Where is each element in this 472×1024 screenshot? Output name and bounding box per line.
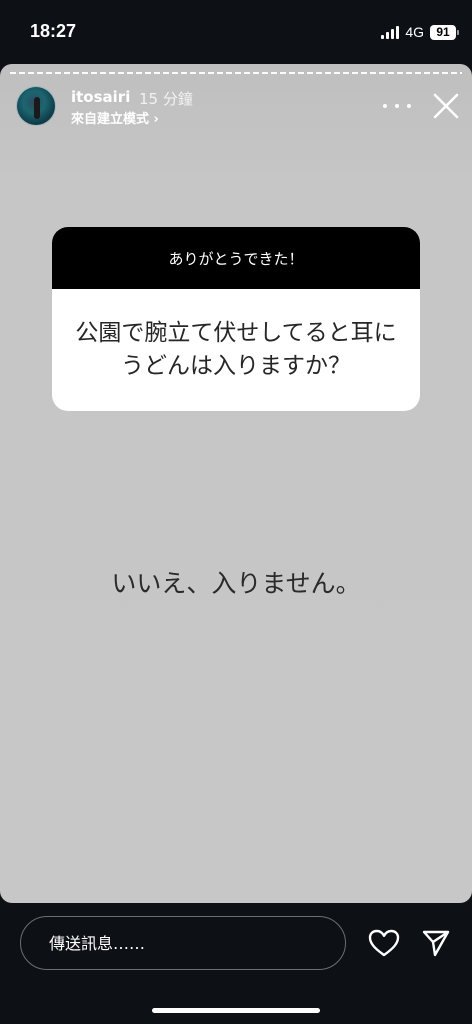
heart-icon[interactable] (368, 929, 400, 957)
avatar[interactable] (16, 86, 56, 126)
more-icon[interactable] (383, 100, 411, 112)
battery-icon: 91 (430, 24, 459, 40)
status-time: 18:27 (30, 21, 77, 41)
status-indicators: 4G 91 (381, 24, 459, 40)
home-indicator[interactable] (152, 1008, 320, 1013)
story-card[interactable]: itosairi 15 分鐘 來自建立模式 › ありがとうできた！ 公園で腕立て… (0, 64, 472, 903)
question-sticker: ありがとうできた！ 公園で腕立て伏せしてると耳にうどんは入りますか？ (52, 227, 420, 411)
network-label: 4G (405, 24, 424, 40)
signal-icon (381, 25, 400, 39)
story-viewer-screen: 18:27 4G 91 itosairi 15 分鐘 來自建立模式 › ありがと… (0, 0, 472, 1024)
sticker-header: ありがとうできた！ (52, 227, 420, 289)
send-icon[interactable] (421, 928, 451, 958)
sticker-question: 公園で腕立て伏せしてると耳にうどんは入りますか？ (75, 320, 397, 379)
post-time: 15 分鐘 (139, 90, 193, 108)
close-icon[interactable] (432, 92, 460, 120)
story-progress-bar (10, 72, 462, 74)
username[interactable]: itosairi (71, 88, 130, 106)
answer-text: いいえ、入りません。 (111, 569, 361, 598)
create-mode-link[interactable]: 來自建立模式 › (71, 108, 159, 127)
message-input[interactable] (20, 916, 346, 970)
